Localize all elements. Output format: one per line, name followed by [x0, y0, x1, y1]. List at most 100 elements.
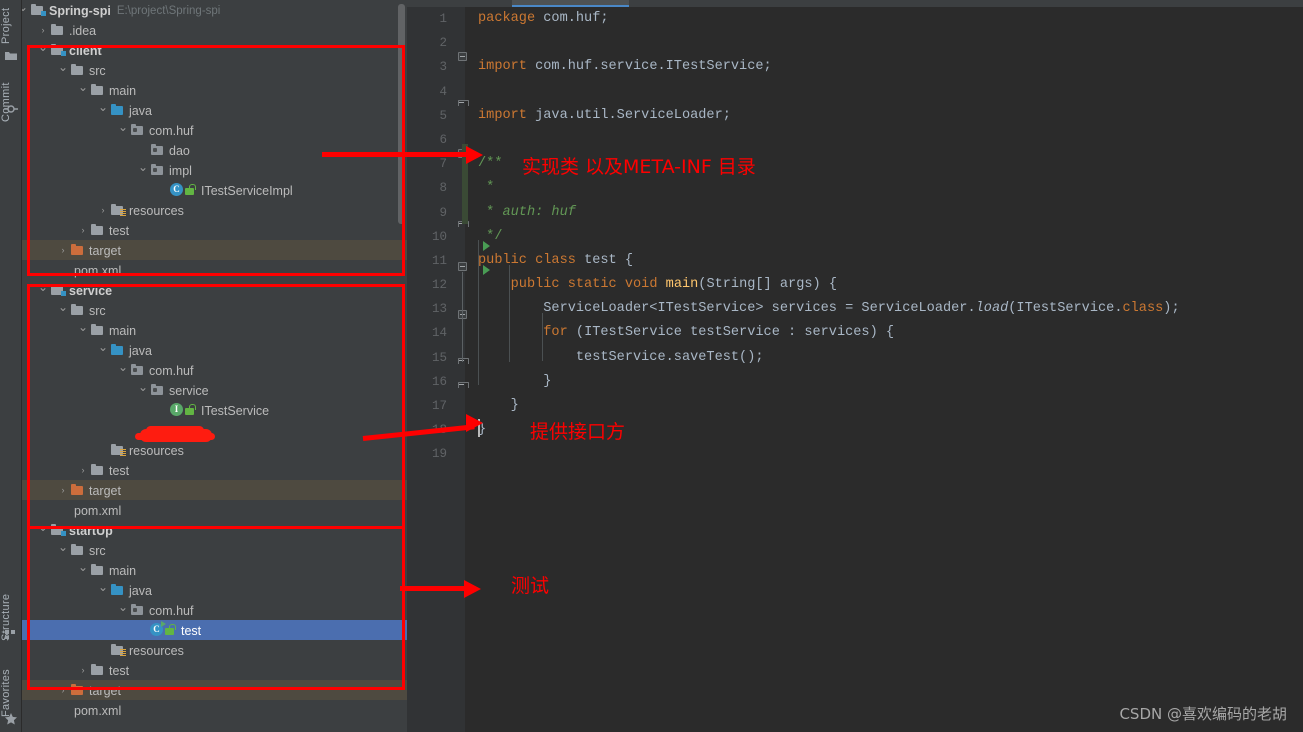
tree-row-client-itestserviceimpl[interactable]: ITestServiceImpl — [22, 180, 407, 200]
code-line[interactable] — [465, 80, 1303, 104]
tree-row-service-itestservice[interactable]: ITestService — [22, 400, 407, 420]
tree-row-root-pom[interactable]: pom.xml — [22, 700, 407, 720]
chevron-right-icon[interactable]: › — [78, 465, 88, 475]
chevron-down-icon[interactable]: ⌄ — [98, 581, 108, 593]
code-line[interactable]: */ — [465, 225, 1303, 249]
project-tool-window[interactable]: ⌄ Spring-spi E:\project\Spring-spi › .idea ⌄ c… — [22, 0, 407, 732]
tree-row-startup-src[interactable]: ⌄ src — [22, 540, 407, 560]
chevron-down-icon[interactable]: ⌄ — [138, 381, 148, 393]
chevron-down-icon[interactable]: ⌄ — [78, 81, 88, 93]
code-line[interactable]: } — [465, 370, 1303, 394]
tree-row-client-resources[interactable]: › resources — [22, 200, 407, 220]
chevron-right-icon[interactable]: › — [58, 685, 68, 695]
tree-row-content: service — [22, 383, 209, 398]
chevron-down-icon[interactable]: ⌄ — [78, 321, 88, 333]
code-line[interactable] — [465, 442, 1303, 466]
tree-row-service-java[interactable]: ⌄ java — [22, 340, 407, 360]
chevron-down-icon[interactable]: ⌄ — [98, 101, 108, 113]
toolwindow-button-project[interactable]: Project — [0, 2, 22, 44]
tree-row-client[interactable]: ⌄ client — [22, 40, 407, 60]
line-number: 10 — [431, 229, 447, 244]
code-editor[interactable]: 1 2 3 4 5 6 7 8 9 10 11 12 13 14 15 16 17 18 19 package co… — [407, 0, 1303, 732]
tree-row-client-pom[interactable]: pom.xml — [22, 260, 407, 280]
package-icon — [150, 383, 165, 396]
tree-row-service-pom[interactable]: pom.xml — [22, 500, 407, 520]
chevron-down-icon[interactable]: ⌄ — [78, 561, 88, 573]
tree-row-client-dao[interactable]: dao — [22, 140, 407, 160]
code-line[interactable] — [465, 31, 1303, 55]
chevron-right-icon[interactable]: › — [38, 25, 48, 35]
tree-row-startup-java[interactable]: ⌄ java — [22, 580, 407, 600]
code-line[interactable]: testService.saveTest(); — [465, 346, 1303, 370]
tree-row-idea[interactable]: › .idea — [22, 20, 407, 40]
chevron-down-icon[interactable]: ⌄ — [118, 601, 128, 613]
chevron-down-icon[interactable]: ⌄ — [58, 61, 68, 73]
tree-row-service[interactable]: ⌄ service — [22, 280, 407, 300]
tree-row-service-resources[interactable]: resources — [22, 440, 407, 460]
tree-row-client-comhuf[interactable]: ⌄ com.huf — [22, 120, 407, 140]
tree-row-startup-main[interactable]: ⌄ main — [22, 560, 407, 580]
code-line[interactable]: public class test { — [465, 249, 1303, 273]
editor-tab-test[interactable] — [512, 0, 629, 7]
chevron-right-icon[interactable]: › — [58, 485, 68, 495]
code-line[interactable]: public static void main(String[] args) { — [465, 273, 1303, 297]
code-token: ); — [1163, 301, 1180, 317]
chevron-down-icon[interactable]: ⌄ — [22, 1, 28, 13]
tree-row-startup-comhuf[interactable]: ⌄ com.huf — [22, 600, 407, 620]
code-token: load — [975, 301, 1009, 317]
chevron-down-icon[interactable]: ⌄ — [38, 41, 48, 53]
code-line[interactable]: * auth: huf — [465, 201, 1303, 225]
tree-row-client-java[interactable]: ⌄ java — [22, 100, 407, 120]
code-line[interactable]: import java.util.ServiceLoader; — [465, 104, 1303, 128]
chevron-down-icon[interactable]: ⌄ — [58, 541, 68, 553]
toolwindow-button-favorites[interactable]: Favorites — [0, 655, 22, 717]
tree-row-service-test[interactable]: › test — [22, 460, 407, 480]
tree-scrollbar[interactable] — [398, 4, 405, 224]
tree-row-startup-target[interactable]: › target — [22, 680, 407, 700]
chevron-down-icon[interactable]: ⌄ — [98, 341, 108, 353]
tree-row-service-comhuf[interactable]: ⌄ com.huf — [22, 360, 407, 380]
chevron-down-icon[interactable]: ⌄ — [138, 161, 148, 173]
project-tree[interactable]: ⌄ Spring-spi E:\project\Spring-spi › .idea ⌄ c… — [22, 0, 407, 732]
code-line[interactable]: import com.huf.service.ITestService; — [465, 55, 1303, 79]
tree-row-client-test[interactable]: › test — [22, 220, 407, 240]
lock-icon — [184, 404, 196, 416]
tree-row-client-src[interactable]: ⌄ src — [22, 60, 407, 80]
code-line[interactable]: * — [465, 176, 1303, 200]
code-text-area[interactable]: package com.huf; import com.huf.service.… — [465, 7, 1303, 732]
chevron-down-icon[interactable]: ⌄ — [58, 301, 68, 313]
code-line[interactable] — [465, 128, 1303, 152]
tree-row-startup-test[interactable]: test — [22, 620, 407, 640]
tree-row-spring-spi[interactable]: ⌄ Spring-spi E:\project\Spring-spi — [22, 0, 407, 20]
chevron-right-icon[interactable]: › — [78, 665, 88, 675]
code-line[interactable]: } — [465, 418, 1303, 442]
tree-row-startup-test-dir[interactable]: › test — [22, 660, 407, 680]
chevron-down-icon[interactable]: ⌄ — [118, 361, 128, 373]
chevron-down-icon[interactable]: ⌄ — [38, 281, 48, 293]
chevron-right-icon[interactable]: › — [58, 245, 68, 255]
tree-row-service-main[interactable]: ⌄ main — [22, 320, 407, 340]
lock-icon — [164, 624, 176, 636]
code-line[interactable]: ServiceLoader<ITestService> services = S… — [465, 297, 1303, 321]
tree-row-service-service[interactable]: ⌄ service — [22, 380, 407, 400]
chevron-right-icon[interactable]: › — [78, 225, 88, 235]
code-line[interactable]: } — [465, 394, 1303, 418]
tree-row-client-impl[interactable]: ⌄ impl — [22, 160, 407, 180]
tree-row-content: service — [22, 283, 112, 298]
chevron-down-icon[interactable]: ⌄ — [118, 121, 128, 133]
code-line[interactable]: package com.huf; — [465, 7, 1303, 31]
tree-row-client-target[interactable]: › target — [22, 240, 407, 260]
tree-row-startup[interactable]: ⌄ startUp — [22, 520, 407, 540]
code-line[interactable]: for (ITestService testService : services… — [465, 321, 1303, 345]
code-line[interactable]: /** — [465, 152, 1303, 176]
tree-row-content: test — [22, 223, 129, 238]
package-icon — [130, 363, 145, 376]
tree-row-service-target[interactable]: › target — [22, 480, 407, 500]
chevron-down-icon[interactable]: ⌄ — [38, 521, 48, 533]
tree-row-label: com.huf — [149, 603, 194, 618]
tree-row-client-main[interactable]: ⌄ main — [22, 80, 407, 100]
tree-row-service-redacted[interactable] — [22, 420, 407, 440]
chevron-right-icon[interactable]: › — [98, 205, 108, 215]
tree-row-startup-resources[interactable]: resources — [22, 640, 407, 660]
tree-row-service-src[interactable]: ⌄ src — [22, 300, 407, 320]
